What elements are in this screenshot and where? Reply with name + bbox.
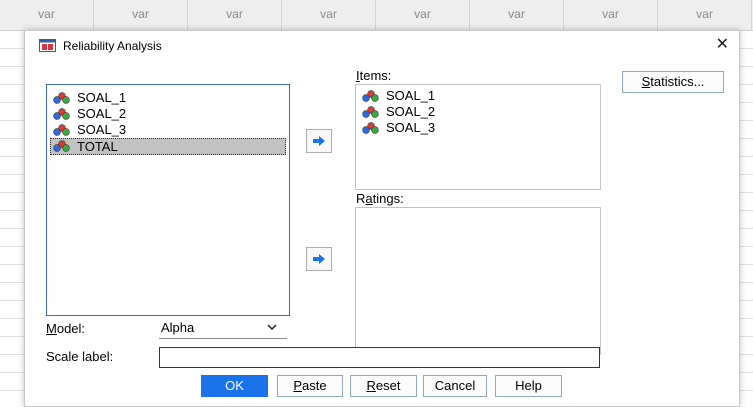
- column-header-var[interactable]: var: [564, 0, 658, 30]
- column-header-var[interactable]: var: [188, 0, 282, 30]
- paste-button[interactable]: Paste: [277, 375, 343, 397]
- variable-name: SOAL_3: [386, 120, 436, 135]
- model-dropdown[interactable]: Alpha: [159, 319, 287, 339]
- variable-list-item[interactable]: TOTAL: [50, 138, 286, 155]
- variable-name: SOAL_3: [77, 122, 127, 137]
- dialog-title: Reliability Analysis: [63, 39, 162, 53]
- column-header-var[interactable]: var: [282, 0, 376, 30]
- scale-variable-icon: [362, 106, 379, 118]
- variable-name: SOAL_1: [386, 88, 436, 103]
- column-header-var[interactable]: var: [658, 0, 752, 30]
- statistics-button[interactable]: Statistics...: [622, 71, 724, 93]
- model-selected-value: Alpha: [161, 320, 195, 335]
- variable-name: SOAL_2: [77, 106, 127, 121]
- variable-list-item[interactable]: SOAL_1: [356, 88, 600, 104]
- reliability-analysis-dialog: Reliability Analysis ✕ SOAL_1 SOAL_2 SOAL_…: [24, 30, 740, 407]
- column-header-var[interactable]: var: [0, 0, 94, 30]
- variable-name: TOTAL: [77, 139, 118, 154]
- dialog-titlebar[interactable]: Reliability Analysis ✕: [25, 31, 739, 61]
- scale-variable-icon: [53, 124, 70, 136]
- right-arrow-icon: [313, 254, 325, 264]
- ok-button[interactable]: OK: [201, 375, 268, 397]
- variable-name: SOAL_1: [77, 90, 127, 105]
- column-header-var[interactable]: var: [94, 0, 188, 30]
- move-to-items-button[interactable]: [306, 129, 332, 153]
- scale-variable-icon: [53, 92, 70, 104]
- ratings-label: Ratings:: [356, 191, 404, 206]
- scale-variable-icon: [53, 140, 70, 152]
- source-variable-list[interactable]: SOAL_1 SOAL_2 SOAL_3 TOTAL: [46, 84, 290, 316]
- close-icon[interactable]: ✕: [716, 35, 729, 55]
- scale-variable-icon: [53, 108, 70, 120]
- column-header-var[interactable]: var: [376, 0, 470, 30]
- variable-name: SOAL_2: [386, 104, 436, 119]
- column-header-var[interactable]: var: [470, 0, 564, 30]
- variable-list-item[interactable]: SOAL_3: [356, 120, 600, 136]
- scale-label-label: Scale label:: [46, 349, 114, 364]
- spreadsheet-column-header-row: var var var var var var var var: [0, 0, 753, 31]
- variable-list-item[interactable]: SOAL_1: [47, 90, 289, 106]
- right-arrow-icon: [313, 136, 325, 146]
- scale-variable-icon: [362, 122, 379, 134]
- move-to-ratings-button[interactable]: [306, 247, 332, 271]
- spss-app-icon: [39, 39, 56, 52]
- model-label: Model:: [46, 321, 86, 336]
- cancel-button[interactable]: Cancel: [423, 375, 487, 397]
- ratings-list[interactable]: [355, 207, 601, 355]
- items-label: Items:: [356, 68, 392, 83]
- scale-label-input[interactable]: [159, 347, 600, 368]
- variable-list-item[interactable]: SOAL_2: [356, 104, 600, 120]
- chevron-down-icon: [267, 324, 277, 330]
- items-list[interactable]: SOAL_1 SOAL_2 SOAL_3: [355, 84, 601, 190]
- scale-variable-icon: [362, 90, 379, 102]
- variable-list-item[interactable]: SOAL_3: [47, 122, 289, 138]
- help-button[interactable]: Help: [495, 375, 562, 397]
- variable-list-item[interactable]: SOAL_2: [47, 106, 289, 122]
- reset-button[interactable]: Reset: [350, 375, 417, 397]
